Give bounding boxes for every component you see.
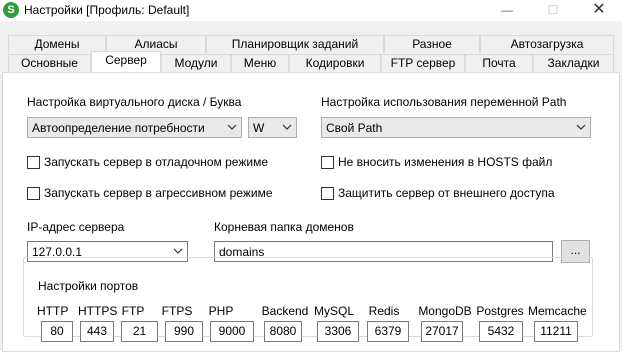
port-input-ftps[interactable]: 990 — [165, 321, 203, 342]
app-logo-icon: S — [3, 2, 19, 18]
checkbox-box[interactable] — [321, 156, 334, 169]
chevron-down-icon — [173, 248, 183, 254]
port-label-memcache: Memcache — [528, 304, 587, 318]
port-label-postgres: Postgres — [476, 304, 524, 318]
maximize-button[interactable]: ☐ — [530, 0, 576, 21]
debug-mode-label: Запускать сервер в отладочном режиме — [44, 155, 269, 169]
port-input-mongodb[interactable]: 27017 — [421, 321, 463, 342]
port-label-mongodb: MongoDB — [418, 304, 472, 318]
tab-bookmarks[interactable]: Закладки — [533, 54, 614, 72]
chevron-down-icon — [282, 124, 292, 130]
aggressive-mode-label: Запускать сервер в агрессивном режиме — [44, 186, 273, 200]
path-select[interactable]: Свой Path — [321, 117, 591, 138]
port-input-http[interactable]: 80 — [41, 321, 73, 342]
port-input-backend[interactable]: 8080 — [264, 321, 302, 342]
ports-group-title: Настройки портов — [34, 279, 143, 293]
path-label: Настройка использования переменной Path — [321, 95, 567, 109]
checkbox-box[interactable] — [27, 156, 40, 169]
vdisk-select[interactable]: Автоопределение потребности — [27, 117, 242, 138]
vdisk-label: Настройка виртуального диска / Буква — [27, 95, 242, 109]
port-label-redis: Redis — [368, 304, 400, 318]
tab-autostart[interactable]: Автозагрузка — [480, 35, 614, 53]
close-button[interactable]: ✕ — [576, 0, 622, 21]
port-label-php: PHP — [208, 304, 234, 318]
chevron-down-icon — [227, 124, 237, 130]
checkbox-box[interactable] — [321, 187, 334, 200]
port-label-http: HTTP — [37, 304, 69, 318]
tab-general[interactable]: Основные — [8, 54, 91, 72]
port-input-https[interactable]: 443 — [80, 321, 114, 342]
port-label-ftps: FTPS — [161, 304, 193, 318]
tab-modules[interactable]: Модули — [161, 54, 231, 72]
chevron-down-icon — [576, 124, 586, 130]
root-folder-label: Корневая папка доменов — [214, 220, 354, 234]
tab-menu[interactable]: Меню — [231, 54, 289, 72]
tab-server[interactable]: Сервер — [91, 51, 161, 72]
tab-misc[interactable]: Разное — [384, 35, 480, 53]
window-title: Настройки [Профиль: Default] — [24, 3, 190, 17]
port-label-ftp: FTP — [121, 304, 145, 318]
drive-letter-select[interactable]: W — [248, 117, 297, 138]
tab-scheduler[interactable]: Планировщик заданий — [206, 35, 384, 53]
port-input-ftp[interactable]: 21 — [121, 321, 158, 342]
tab-encodings[interactable]: Кодировки — [289, 54, 381, 72]
tab-mail[interactable]: Почта — [465, 54, 533, 72]
port-label-https: HTTPS — [78, 304, 118, 318]
port-input-postgres[interactable]: 5432 — [479, 321, 523, 342]
minimize-button[interactable]: — — [484, 0, 530, 21]
no-hosts-label: Не вносить изменения в HOSTS файл — [338, 155, 553, 169]
path-value: Свой Path — [326, 121, 383, 135]
checkbox-box[interactable] — [27, 187, 40, 200]
port-label-backend: Backend — [261, 304, 309, 318]
port-input-redis[interactable]: 6379 — [367, 321, 409, 342]
ip-label: IP-адрес сервера — [27, 220, 125, 234]
drive-letter-value: W — [253, 121, 265, 135]
port-input-php[interactable]: 9000 — [210, 321, 254, 342]
protect-server-label: Защитить сервер от внешнего доступа — [338, 186, 555, 200]
port-label-mysql: MySQL — [313, 304, 354, 318]
tab-ftp-server[interactable]: FTP сервер — [381, 54, 465, 72]
vdisk-value: Автоопределение потребности — [32, 121, 205, 135]
port-input-mysql[interactable]: 3306 — [317, 321, 359, 342]
port-input-memcache[interactable]: 11211 — [534, 321, 578, 342]
title-bar: S Настройки [Профиль: Default] — ☐ ✕ — [0, 0, 622, 21]
